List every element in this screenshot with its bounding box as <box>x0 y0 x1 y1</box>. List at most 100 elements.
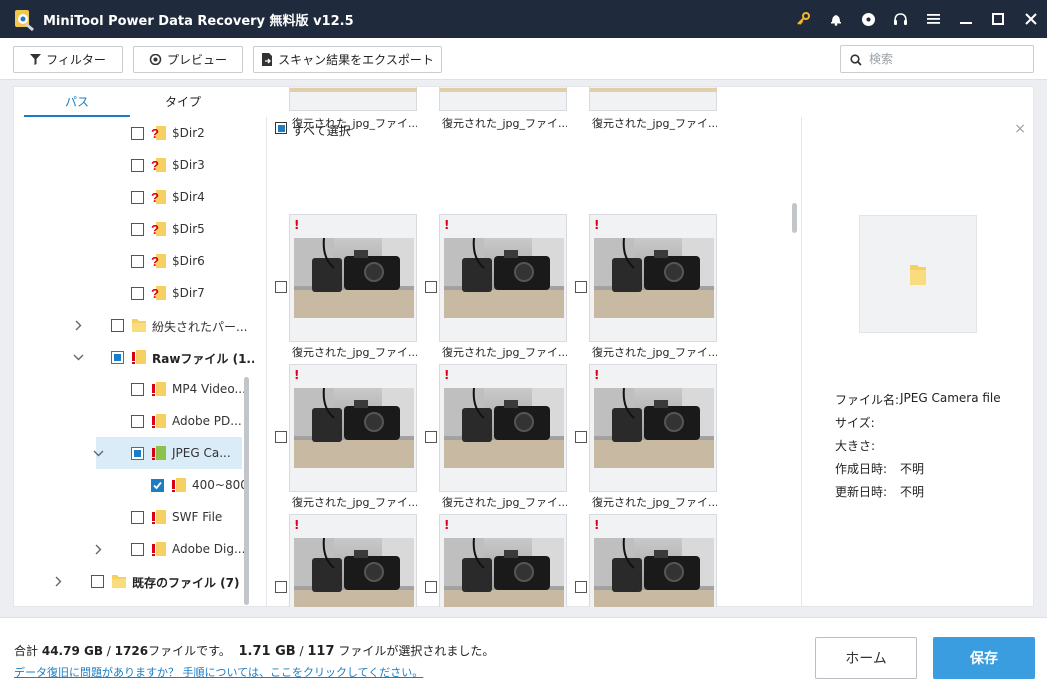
tree-checkbox[interactable] <box>131 191 144 204</box>
tree-item[interactable]: 既存のファイル (7) <box>14 565 254 597</box>
tree-checkbox[interactable] <box>91 575 104 588</box>
tree-checkbox[interactable] <box>111 319 124 332</box>
tab-path[interactable]: パス <box>24 91 130 117</box>
tree-item[interactable]: ? $Dir6 <box>14 245 254 277</box>
chevron-down-icon[interactable] <box>72 351 84 363</box>
tree-item[interactable]: ? $Dir4 <box>14 181 254 213</box>
file-thumbnail[interactable]: ! <box>439 514 567 607</box>
svg-text:?: ? <box>151 158 159 173</box>
file-thumbnail[interactable]: ! <box>289 514 417 607</box>
file-checkbox[interactable] <box>425 581 437 593</box>
tree-scrollbar[interactable] <box>244 377 249 605</box>
file-thumbnail[interactable]: ! <box>589 214 717 342</box>
total-files: 1726 <box>114 644 149 658</box>
raw-folder-icon <box>151 445 167 461</box>
file-thumbnail[interactable] <box>589 87 717 111</box>
tree-item[interactable]: JPEG Ca... <box>93 437 242 469</box>
tree-checkbox[interactable] <box>131 543 144 556</box>
tree-item[interactable]: 紛失されたパー... <box>14 309 254 341</box>
close-icon[interactable] <box>1015 0 1047 38</box>
minimize-icon[interactable] <box>950 0 983 38</box>
tree-item[interactable]: ? $Dir5 <box>14 213 254 245</box>
tree-checkbox[interactable] <box>131 447 144 460</box>
file-checkbox[interactable] <box>575 581 587 593</box>
tree-checkbox[interactable] <box>131 287 144 300</box>
file-name: 復元された_jpg_ファイ... <box>442 346 567 359</box>
file-checkbox[interactable] <box>275 431 287 443</box>
headset-icon[interactable] <box>885 0 918 38</box>
file-checkbox[interactable] <box>575 431 587 443</box>
tree-checkbox[interactable] <box>151 479 164 492</box>
tree-checkbox[interactable] <box>131 127 144 140</box>
preview-label-name: ファイル名: <box>835 393 900 407</box>
file-name: 復元された_jpg_ファイ... <box>592 117 717 130</box>
tab-type[interactable]: タイプ <box>130 91 236 117</box>
warning-icon: ! <box>444 218 450 232</box>
file-checkbox[interactable] <box>425 281 437 293</box>
bell-icon[interactable] <box>820 0 853 38</box>
file-thumbnail[interactable]: ! <box>439 214 567 342</box>
chevron-down-icon[interactable] <box>92 447 104 459</box>
menu-icon[interactable] <box>917 0 950 38</box>
photo-image <box>294 538 414 607</box>
select-all-checkbox[interactable] <box>275 122 287 134</box>
tree-item[interactable]: Adobe Dig... <box>14 533 254 565</box>
export-button[interactable]: スキャン結果をエクスポート <box>253 46 442 73</box>
grid-scrollbar[interactable] <box>792 203 797 233</box>
tree-item[interactable]: MP4 Video... <box>14 373 254 405</box>
file-thumbnail[interactable]: ! <box>589 364 717 492</box>
tree-checkbox[interactable] <box>131 383 144 396</box>
tree-item[interactable]: 400~800 <box>14 469 254 501</box>
tree-item[interactable]: Adobe PD... <box>14 405 254 437</box>
total-size: 44.79 GB <box>41 644 103 658</box>
search-box[interactable] <box>840 45 1034 73</box>
tree-item[interactable]: ? $Dir2 <box>14 117 254 149</box>
tree-item[interactable]: ? $Dir3 <box>14 149 254 181</box>
tree-checkbox[interactable] <box>131 511 144 524</box>
file-thumbnail[interactable] <box>439 87 567 111</box>
file-thumbnail[interactable] <box>289 87 417 111</box>
chevron-right-icon[interactable] <box>72 319 84 331</box>
preview-close-icon[interactable]: × <box>1014 121 1026 137</box>
raw-folder-icon <box>151 509 167 525</box>
tree-item[interactable]: SWF File <box>14 501 254 533</box>
tree-item-label: $Dir7 <box>172 286 205 300</box>
file-checkbox[interactable] <box>425 431 437 443</box>
disc-icon[interactable] <box>852 0 885 38</box>
home-button[interactable]: ホーム <box>815 637 917 679</box>
tree-checkbox[interactable] <box>131 255 144 268</box>
file-thumbnail[interactable]: ! <box>439 364 567 492</box>
preview-button[interactable]: プレビュー <box>133 46 243 73</box>
maximize-icon[interactable] <box>982 0 1015 38</box>
tree-item-label: Adobe Dig... <box>172 542 246 556</box>
photo-image <box>594 388 714 468</box>
file-checkbox[interactable] <box>275 581 287 593</box>
search-input[interactable] <box>869 49 1029 69</box>
file-checkbox[interactable] <box>575 281 587 293</box>
filter-button[interactable]: フィルター <box>13 46 123 73</box>
file-thumbnail[interactable]: ! <box>589 514 717 607</box>
chevron-right-icon[interactable] <box>52 575 64 587</box>
save-button[interactable]: 保存 <box>933 637 1035 679</box>
preview-value-modified: 不明 <box>900 485 925 499</box>
tree-item[interactable]: ? $Dir7 <box>14 277 254 309</box>
file-thumbnail[interactable]: ! <box>289 214 417 342</box>
key-icon[interactable] <box>787 0 820 38</box>
tree-checkbox[interactable] <box>111 351 124 364</box>
file-thumbnail[interactable]: ! <box>289 364 417 492</box>
tree-checkbox[interactable] <box>131 159 144 172</box>
file-checkbox[interactable] <box>275 281 287 293</box>
tree-item-label: 既存のファイル (7) <box>132 576 240 590</box>
title-bar: MiniTool Power Data Recovery 無料版 v12.5 <box>0 0 1047 38</box>
photo-image <box>294 388 414 468</box>
warning-icon: ! <box>594 518 600 532</box>
help-link[interactable]: データ復旧に問題がありますか？ 手順については、ここをクリックしてください。 <box>14 664 423 680</box>
preview-label-created: 作成日時: <box>835 462 888 476</box>
tree-checkbox[interactable] <box>131 223 144 236</box>
preview-button-label: プレビュー <box>166 53 227 67</box>
warning-icon: ! <box>444 518 450 532</box>
tree-checkbox[interactable] <box>131 415 144 428</box>
chevron-right-icon[interactable] <box>92 543 104 555</box>
svg-text:?: ? <box>151 254 159 269</box>
tree-item[interactable]: Rawファイル (1... <box>14 341 254 373</box>
